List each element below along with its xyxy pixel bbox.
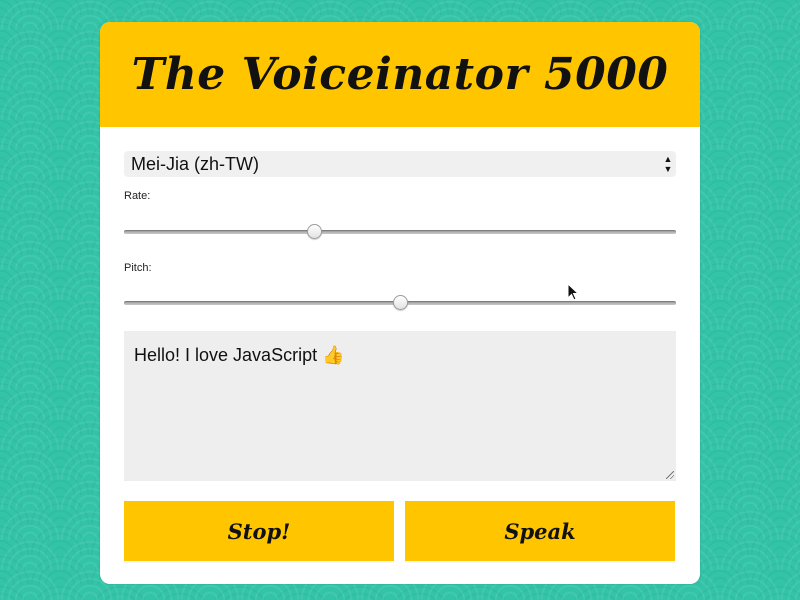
message-textarea[interactable]: Hello! I love JavaScript 👍 xyxy=(124,331,676,481)
rate-label: Rate: xyxy=(124,190,151,202)
rate-slider-thumb[interactable] xyxy=(307,224,323,239)
rate-slider-track xyxy=(124,230,676,234)
mouse-cursor-icon xyxy=(567,283,579,301)
resize-grip-icon[interactable] xyxy=(666,471,674,479)
stop-button[interactable]: Stop! xyxy=(124,501,394,561)
pitch-label: Pitch: xyxy=(124,262,152,274)
voice-select-value: Mei-Jia (zh-TW) xyxy=(131,153,259,174)
rate-slider[interactable] xyxy=(124,223,676,241)
voice-select[interactable]: Mei-Jia (zh-TW) ▲ ▼ xyxy=(124,151,676,177)
app-title: The Voiceinator 5000 xyxy=(131,49,669,100)
speak-button[interactable]: Speak xyxy=(405,501,675,561)
voiceinator-panel: The Voiceinator 5000 Mei-Jia (zh-TW) ▲ ▼ … xyxy=(100,22,700,584)
pitch-slider-thumb[interactable] xyxy=(393,295,408,310)
pitch-slider[interactable] xyxy=(124,294,676,312)
header: The Voiceinator 5000 xyxy=(100,22,700,127)
select-arrows-icon: ▲ ▼ xyxy=(663,154,673,174)
message-text: Hello! I love JavaScript 👍 xyxy=(134,345,345,365)
